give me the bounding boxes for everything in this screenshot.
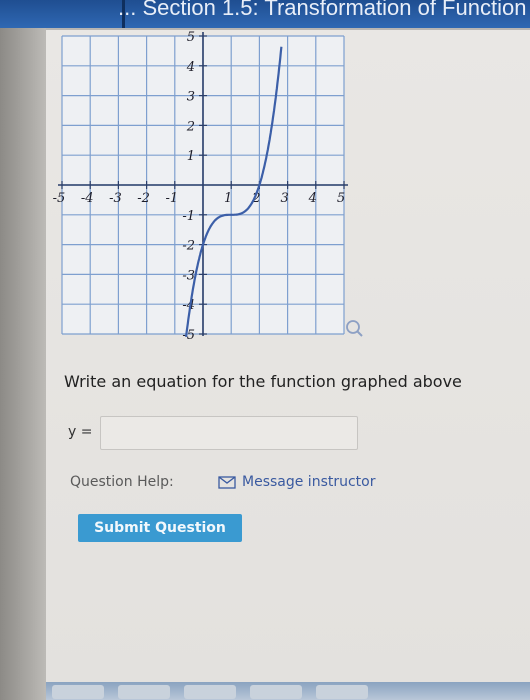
window-title: ... Section 1.5: Transformation of Funct… xyxy=(118,0,527,20)
x-tick-label: 1 xyxy=(224,191,232,206)
x-tick-label: 3 xyxy=(280,191,288,206)
y-tick-label: -2 xyxy=(182,239,195,254)
magnifier-icon-handle xyxy=(356,330,363,337)
y-tick-label: -1 xyxy=(182,209,195,224)
taskbar-button[interactable] xyxy=(250,685,302,699)
x-tick-label: -2 xyxy=(137,191,150,206)
taskbar xyxy=(46,682,530,700)
graph-canvas: -5 -4 -3 -2 -1 1 2 3 4 554321-1-2-3-4-5 xyxy=(53,30,363,343)
y-tick-label: 5 xyxy=(187,30,195,45)
x-tick-label: 5 xyxy=(337,191,345,206)
question-help-label: Question Help: xyxy=(70,474,174,490)
x-tick-label: 4 xyxy=(308,191,317,206)
x-tick-label: -3 xyxy=(109,191,122,206)
question-page: -5 -4 -3 -2 -1 1 2 3 4 5 5 4 3 2 1 -1 -2 -3 -4 -5 Write an … xyxy=(46,30,530,682)
y-tick-label: 1 xyxy=(187,149,195,164)
browser-title-bar: ... Section 1.5: Transformation of Funct… xyxy=(0,0,530,28)
y-tick-label: -5 xyxy=(182,328,195,340)
message-instructor-link[interactable]: Message instructor xyxy=(242,474,376,490)
taskbar-button[interactable] xyxy=(316,685,368,699)
taskbar-button[interactable] xyxy=(184,685,236,699)
y-tick-label: -3 xyxy=(182,268,195,283)
function-graph: -5 -4 -3 -2 -1 1 2 3 4 5 5 4 3 2 1 -1 -2 -3 -4 -5 xyxy=(46,30,366,343)
desk-edge xyxy=(0,0,46,700)
answer-label: y = xyxy=(68,424,93,440)
y-tick-label: 3 xyxy=(187,90,195,105)
y-tick-label: 2 xyxy=(186,119,195,134)
taskbar-button[interactable] xyxy=(52,685,104,699)
x-tick-label: -5 xyxy=(53,191,66,206)
y-tick-label: 4 xyxy=(186,60,195,75)
taskbar-button[interactable] xyxy=(118,685,170,699)
x-tick-label: -4 xyxy=(81,191,94,206)
x-tick-label: -1 xyxy=(165,191,178,206)
envelope-icon[interactable] xyxy=(218,476,236,489)
submit-question-button[interactable]: Submit Question xyxy=(78,514,242,542)
answer-input[interactable] xyxy=(100,416,358,450)
question-prompt: Write an equation for the function graph… xyxy=(64,372,462,391)
